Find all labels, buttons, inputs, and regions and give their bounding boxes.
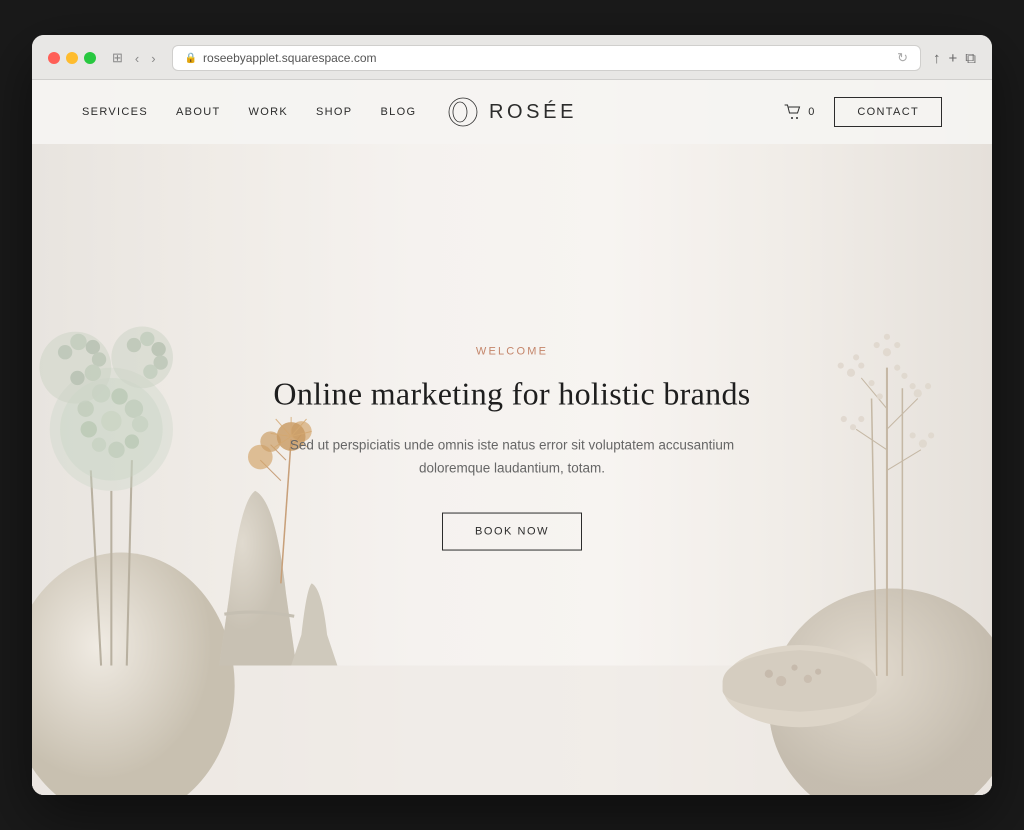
duplicate-icon[interactable]: ⧉ — [965, 50, 976, 67]
contact-button[interactable]: CONTACT — [834, 97, 942, 127]
cart-icon — [784, 104, 802, 120]
hero-heading: Online marketing for holistic brands — [272, 373, 752, 415]
forward-button[interactable]: › — [147, 49, 159, 68]
cart-button[interactable]: 0 — [784, 104, 814, 120]
browser-controls: ⊞ ‹ › — [108, 48, 160, 68]
nav-shop[interactable]: SHOP — [316, 106, 352, 118]
hero-section: WELCOME Online marketing for holistic br… — [32, 80, 992, 795]
hero-subtext: Sed ut perspiciatis unde omnis iste natu… — [272, 435, 752, 481]
traffic-lights — [48, 52, 96, 64]
back-button[interactable]: ‹ — [131, 49, 143, 68]
browser-window: ⊞ ‹ › 🔒 roseebyapplet.squarespace.com ↻ … — [32, 35, 992, 795]
grid-icon[interactable]: ⊞ — [108, 48, 127, 68]
share-icon[interactable]: ↑ — [933, 50, 941, 67]
nav-work[interactable]: WORK — [249, 106, 289, 118]
nav-about[interactable]: ABOUT — [176, 106, 221, 118]
nav-services[interactable]: SERVICES — [82, 106, 148, 118]
reload-icon[interactable]: ↻ — [897, 50, 908, 66]
cart-count: 0 — [808, 106, 814, 118]
website-content: SERVICES ABOUT WORK SHOP BLOG ROSÉE — [32, 80, 992, 795]
maximize-button[interactable] — [84, 52, 96, 64]
minimize-button[interactable] — [66, 52, 78, 64]
browser-chrome: ⊞ ‹ › 🔒 roseebyapplet.squarespace.com ↻ … — [32, 35, 992, 80]
browser-actions: ↑ + ⧉ — [933, 50, 976, 67]
site-logo[interactable]: ROSÉE — [447, 96, 577, 128]
book-now-button[interactable]: BOOK NOW — [442, 513, 582, 551]
url-text: roseebyapplet.squarespace.com — [203, 51, 376, 65]
address-bar[interactable]: 🔒 roseebyapplet.squarespace.com ↻ — [172, 45, 921, 71]
hero-content: WELCOME Online marketing for holistic br… — [272, 345, 752, 550]
welcome-label: WELCOME — [272, 345, 752, 357]
new-tab-icon[interactable]: + — [949, 50, 958, 67]
logo-icon — [447, 96, 479, 128]
navigation: SERVICES ABOUT WORK SHOP BLOG ROSÉE — [32, 80, 992, 144]
logo-text: ROSÉE — [489, 101, 577, 124]
nav-blog[interactable]: BLOG — [380, 106, 416, 118]
close-button[interactable] — [48, 52, 60, 64]
lock-icon: 🔒 — [185, 53, 197, 64]
